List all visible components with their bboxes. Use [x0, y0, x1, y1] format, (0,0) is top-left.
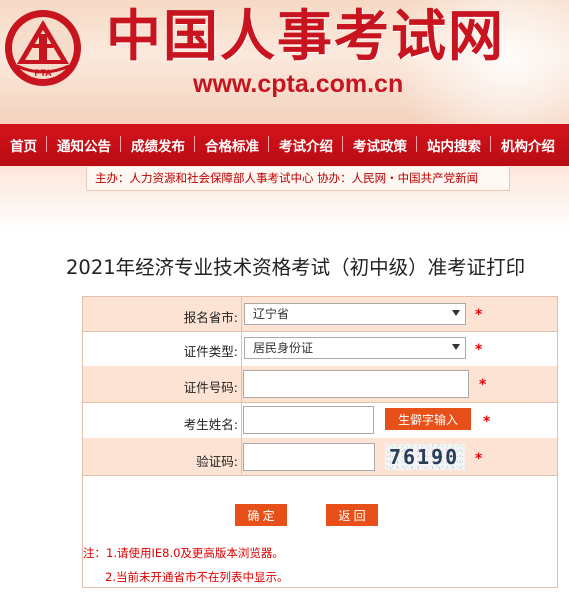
nav-item-org-intro[interactable]: 机构介绍	[490, 135, 565, 155]
id-type-selected-value: 居民身份证	[253, 341, 314, 355]
sponsor-line: 主办：人力资源和社会保障部人事考试中心 协办：人民网・中国共产党新闻	[86, 167, 510, 191]
id-number-input[interactable]	[243, 370, 469, 398]
id-type-select[interactable]: 居民身份证	[244, 337, 466, 359]
note-2: 2.当前未开通省市不在列表中显示。	[105, 570, 289, 584]
id-type-label: 证件类型:	[183, 344, 238, 359]
province-label: 报名省市:	[183, 310, 238, 325]
row-captcha: 验证码: 76190 *	[83, 438, 557, 476]
header-banner: PTA 中国人事考试网 www.cpta.com.cn	[0, 0, 569, 124]
province-selected-value: 辽宁省	[253, 307, 290, 321]
required-mark: *	[475, 342, 483, 358]
logo-text: PTA	[34, 68, 52, 78]
chevron-down-icon	[452, 310, 460, 316]
pta-logo: PTA	[5, 10, 81, 86]
required-mark: *	[483, 414, 491, 430]
nav-item-exam-policy[interactable]: 考试政策	[342, 135, 417, 155]
row-name: 考生姓名: 生僻字输入 *	[83, 402, 557, 439]
province-select[interactable]: 辽宁省	[244, 303, 466, 325]
confirm-button[interactable]: 确 定	[235, 504, 287, 526]
nav-item-scores[interactable]: 成绩发布	[120, 135, 195, 155]
captcha-label: 验证码:	[196, 454, 238, 469]
required-mark: *	[479, 377, 487, 393]
site-url[interactable]: www.cpta.com.cn	[193, 70, 403, 99]
site-title: 中国人事考试网	[106, 3, 506, 68]
chevron-down-icon	[452, 344, 460, 350]
nav-item-pass-standard[interactable]: 合格标准	[194, 135, 269, 155]
nav-item-site-search[interactable]: 站内搜索	[416, 135, 491, 155]
captcha-image[interactable]: 76190	[385, 444, 465, 470]
id-number-label: 证件号码:	[183, 380, 238, 395]
nav-item-home[interactable]: 首页	[0, 135, 47, 155]
rare-char-button[interactable]: 生僻字输入	[385, 408, 471, 430]
note-1: 注：1.请使用IE8.0及更高版本浏览器。	[83, 546, 284, 560]
required-mark: *	[475, 307, 483, 323]
name-label: 考生姓名:	[183, 417, 238, 432]
row-province: 报名省市: 辽宁省 *	[83, 297, 557, 332]
name-input[interactable]	[243, 406, 374, 434]
main-nav: 首页 通知公告 成绩发布 合格标准 考试介绍 考试政策 站内搜索 机构介绍	[0, 124, 569, 166]
row-id-type: 证件类型: 居民身份证 *	[83, 331, 557, 367]
required-mark: *	[475, 451, 483, 467]
nav-item-exam-intro[interactable]: 考试介绍	[268, 135, 343, 155]
captcha-image-text: 76190	[389, 445, 460, 469]
back-button[interactable]: 返 回	[326, 504, 378, 526]
admit-card-form: 报名省市: 辽宁省 * 证件类型: 居民身份证 * 证件号码: * 考生姓名: …	[82, 296, 558, 588]
row-id-number: 证件号码: *	[83, 366, 557, 403]
notes: 注：1.请使用IE8.0及更高版本浏览器。 2.当前未开通省市不在列表中显示。	[83, 541, 553, 589]
captcha-input[interactable]	[243, 443, 375, 471]
page-title: 2021年经济专业技术资格考试（初中级）准考证打印	[66, 256, 526, 279]
nav-item-notices[interactable]: 通知公告	[46, 135, 121, 155]
